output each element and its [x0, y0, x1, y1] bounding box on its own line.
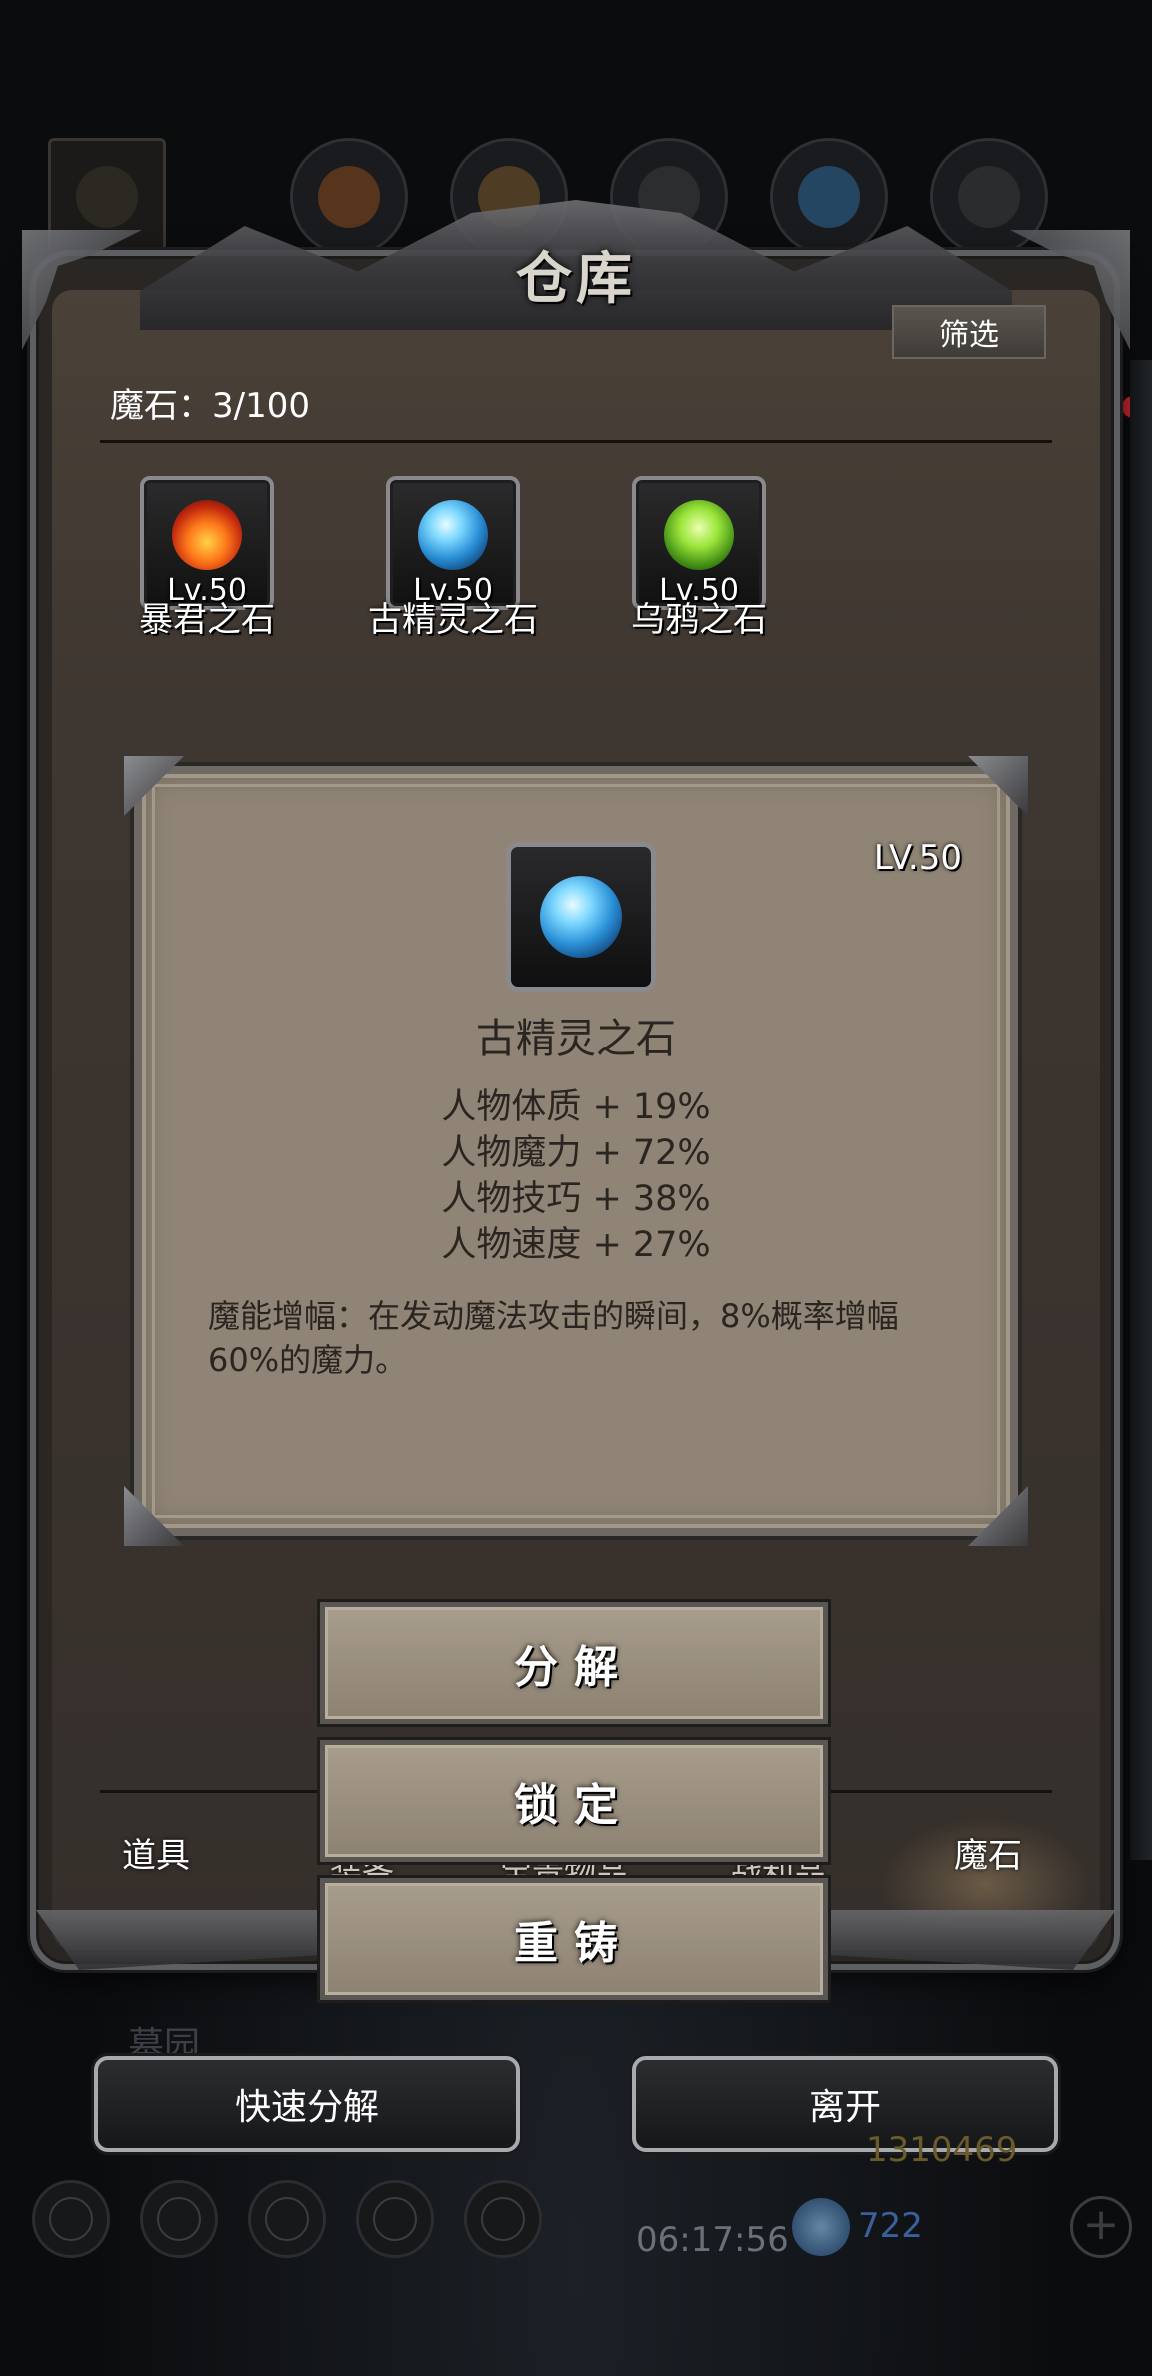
map-icon: [248, 2180, 326, 2258]
item-name: 乌鸦之石: [631, 600, 767, 640]
item-name: 古精灵之石: [368, 600, 538, 640]
decompose-button[interactable]: 分解: [320, 1602, 828, 1724]
page-title: 仓库: [516, 246, 636, 312]
item-name: 暴君之石: [139, 600, 275, 640]
box-icon: [464, 2180, 542, 2258]
clock-time: 06:17:56: [636, 2220, 789, 2260]
green-crystal-stone-icon: [664, 500, 734, 571]
item-slot-ancient-elf-stone[interactable]: Lv.50: [386, 476, 520, 610]
detail-item-icon: [506, 842, 656, 992]
stone-count-label: 魔石：3/100: [110, 386, 310, 426]
title-plate: 仓库: [470, 220, 682, 320]
settings-icon: [32, 2180, 110, 2258]
item-slot-crow-stone[interactable]: Lv.50: [632, 476, 766, 610]
side-panel-edge: [1130, 360, 1152, 1860]
filter-button[interactable]: 筛选: [892, 305, 1046, 359]
detail-level: LV.50: [873, 838, 962, 878]
diamond-icon: [792, 2198, 850, 2256]
lock-button[interactable]: 锁定: [320, 1740, 828, 1862]
detail-item-name: 古精灵之石: [476, 1016, 676, 1062]
orange-skill-icon: [290, 138, 408, 256]
quick-decompose-button[interactable]: 快速分解: [94, 2056, 520, 2152]
item-slot-tyrant-stone[interactable]: Lv.50: [140, 476, 274, 610]
blue-orb-stone-icon: [540, 876, 622, 958]
stat-line: 人物魔力 + 72%: [441, 1133, 711, 1173]
gold-amount: 1310469: [866, 2130, 1018, 2170]
fire-stone-icon: [172, 500, 242, 571]
skill-description: 魔能增幅：在发动魔法攻击的瞬间，8%概率增幅60%的魔力。: [208, 1297, 899, 1379]
divider: [100, 440, 1052, 443]
star-icon: [140, 2180, 218, 2258]
item-detail-panel: LV.50 古精灵之石 人物体质 + 19% 人物魔力 + 72% 人物技巧 +…: [124, 756, 1028, 1546]
blue-feather-icon: [770, 138, 888, 256]
stat-list: 人物体质 + 19% 人物魔力 + 72% 人物技巧 + 38% 人物速度 + …: [142, 1084, 1010, 1268]
mail-icon: [356, 2180, 434, 2258]
stat-line: 人物技巧 + 38%: [441, 1179, 711, 1219]
blue-orb-stone-icon: [418, 500, 488, 571]
plus-icon: +: [1070, 2196, 1132, 2258]
tab-items[interactable]: 道具: [122, 1828, 190, 1877]
stat-line: 人物体质 + 19%: [441, 1087, 711, 1127]
tab-magic-stone[interactable]: 魔石: [954, 1828, 1022, 1877]
diamond-amount: 722: [858, 2206, 923, 2246]
reforge-button[interactable]: 重铸: [320, 1878, 828, 2000]
stat-line: 人物速度 + 27%: [441, 1225, 711, 1265]
